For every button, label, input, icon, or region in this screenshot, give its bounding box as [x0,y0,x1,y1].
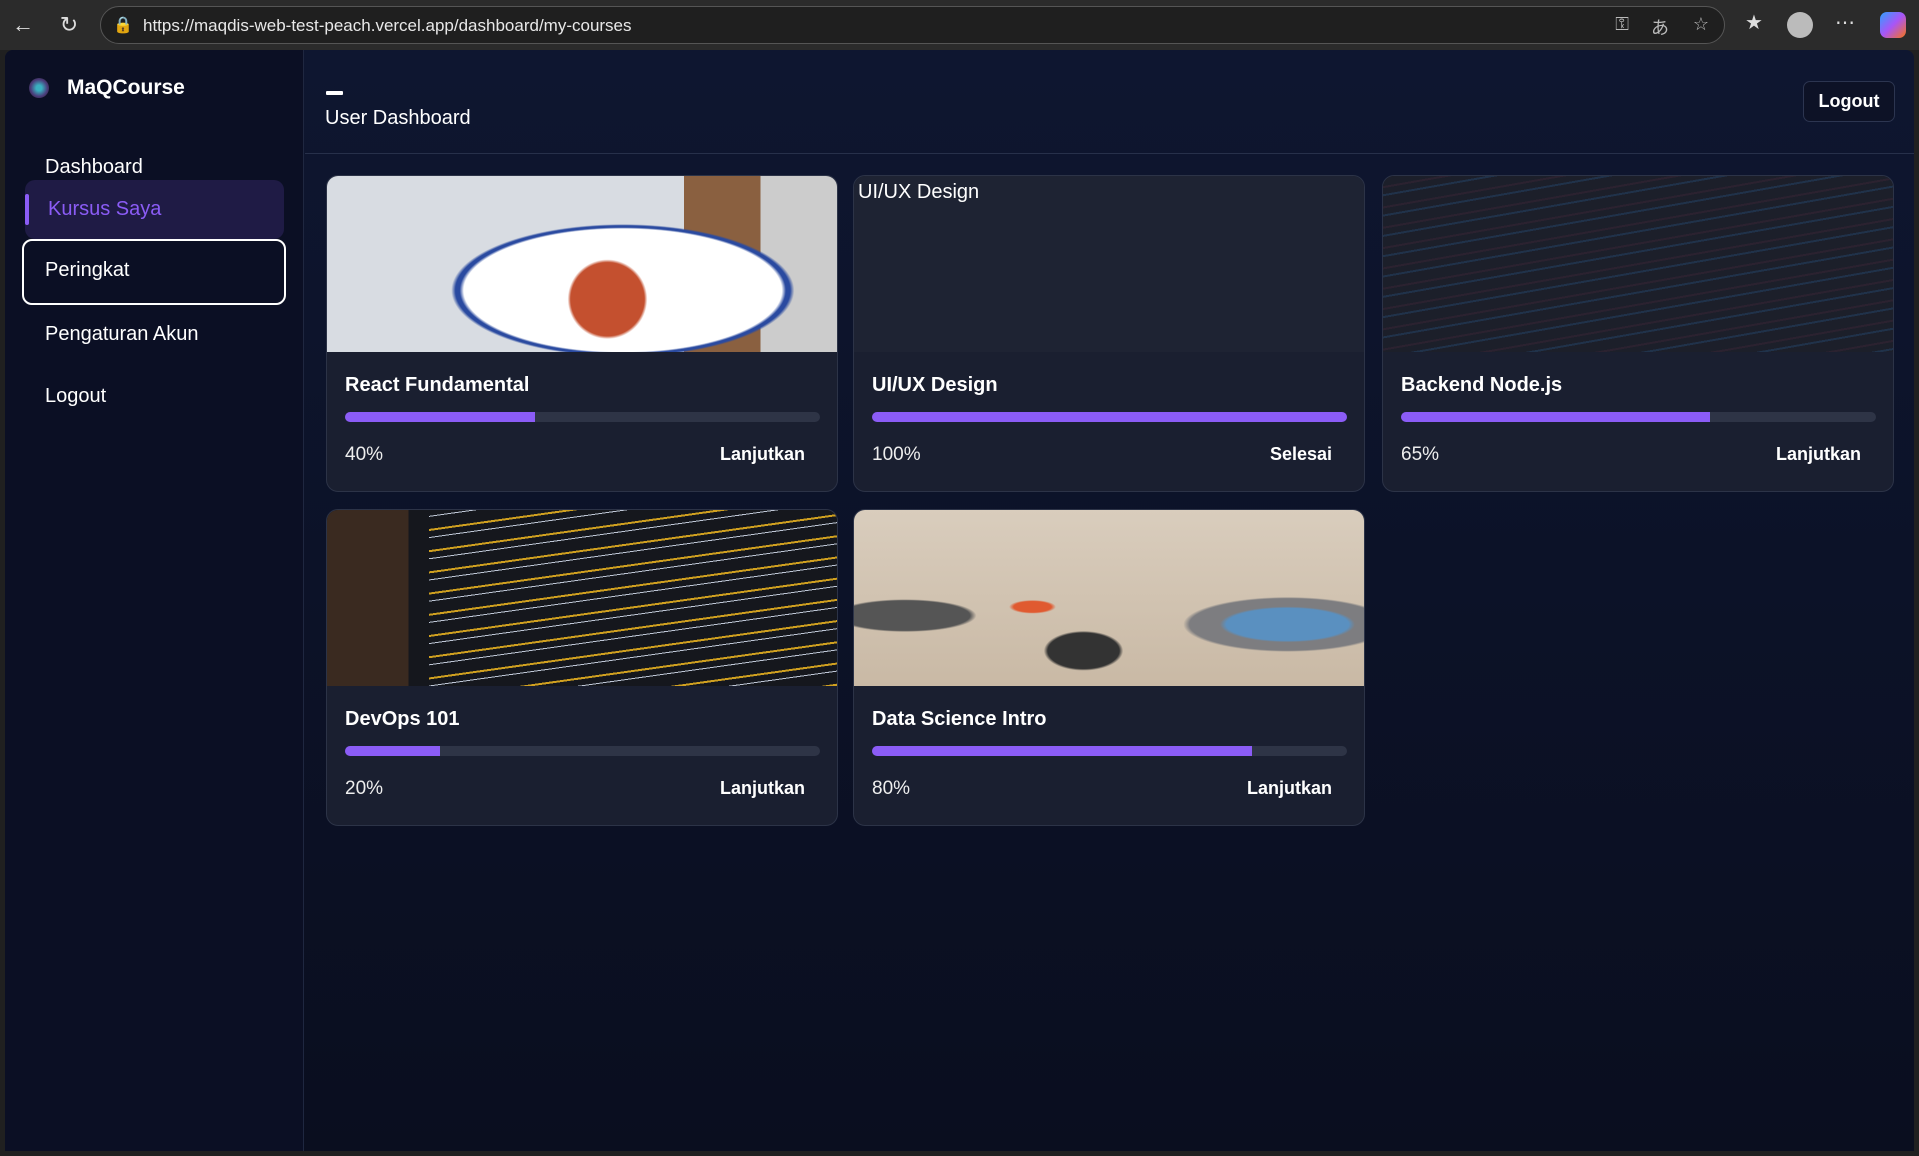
copilot-icon[interactable] [1880,12,1906,38]
reload-icon[interactable]: ↻ [54,10,84,40]
more-icon[interactable]: ⋯ [1835,10,1855,35]
page-title: User Dashboard [325,107,471,129]
course-title: Data Science Intro [872,708,1047,730]
course-action-button[interactable]: Lanjutkan [720,444,805,465]
back-arrow-icon[interactable]: ← [8,10,38,40]
course-image [327,510,837,686]
logout-button[interactable]: Logout [1803,81,1895,122]
progress-label: 100% [872,444,921,465]
progress-fill [345,746,440,756]
course-card[interactable]: React Fundamental 40% Lanjutkan [326,175,838,492]
course-title: React Fundamental [345,374,530,396]
sidebar-item-kursus-saya[interactable]: Kursus Saya [25,180,284,239]
course-image-broken: UI/UX Design [854,176,1364,352]
course-action-button[interactable]: Selesai [1270,444,1332,465]
course-card[interactable]: DevOps 101 20% Lanjutkan [326,509,838,826]
profile-avatar[interactable] [1787,12,1813,38]
menu-toggle-icon[interactable] [326,91,343,95]
translate-icon[interactable]: あ [1651,14,1669,40]
header: User Dashboard Logout [305,50,1914,154]
course-title: Backend Node.js [1401,374,1563,396]
key-icon[interactable]: ⚿ [1615,14,1629,35]
browser-toolbar: ← ↻ 🔒 https://maqdis-web-test-peach.verc… [0,0,1919,50]
progress-label: 65% [1401,444,1440,465]
course-image [1383,176,1893,352]
course-action-button[interactable]: Lanjutkan [720,778,805,799]
progress-bar [872,746,1347,756]
progress-bar [872,412,1347,422]
url-text: https://maqdis-web-test-peach.vercel.app… [143,16,632,35]
main-content: User Dashboard Logout React Fundamental … [305,50,1914,1151]
progress-label: 80% [872,778,911,799]
brand-logo [29,78,49,98]
progress-bar [345,412,820,422]
address-bar[interactable]: 🔒 https://maqdis-web-test-peach.vercel.a… [100,6,1725,44]
course-title: UI/UX Design [872,374,998,396]
sidebar-item-peringkat[interactable]: Peringkat [22,239,286,305]
course-action-button[interactable]: Lanjutkan [1247,778,1332,799]
progress-bar [345,746,820,756]
progress-label: 40% [345,444,384,465]
course-title: DevOps 101 [345,708,460,730]
progress-fill [1401,412,1710,422]
progress-label: 20% [345,778,384,799]
course-card[interactable]: Data Science Intro 80% Lanjutkan [853,509,1365,826]
progress-fill [872,746,1252,756]
lock-icon: 🔒 [113,17,133,34]
sidebar-item-logout[interactable]: Logout [22,365,286,427]
course-image [854,510,1364,686]
image-alt-text: UI/UX Design [858,181,980,203]
course-card[interactable]: Backend Node.js 65% Lanjutkan [1382,175,1894,492]
progress-bar [1401,412,1876,422]
progress-fill [872,412,1347,422]
favorites-icon[interactable]: ★ [1745,10,1763,35]
app: MaQCourse Dashboard Kursus Saya Peringka… [5,50,1914,1151]
brand-name: MaQCourse [67,76,185,99]
sidebar: MaQCourse Dashboard Kursus Saya Peringka… [5,50,304,1151]
course-action-button[interactable]: Lanjutkan [1776,444,1861,465]
sidebar-item-pengaturan-akun[interactable]: Pengaturan Akun [22,303,286,365]
progress-fill [345,412,535,422]
course-image [327,176,837,352]
star-icon[interactable]: ☆ [1693,14,1709,35]
course-card[interactable]: UI/UX Design UI/UX Design 100% Selesai [853,175,1365,492]
